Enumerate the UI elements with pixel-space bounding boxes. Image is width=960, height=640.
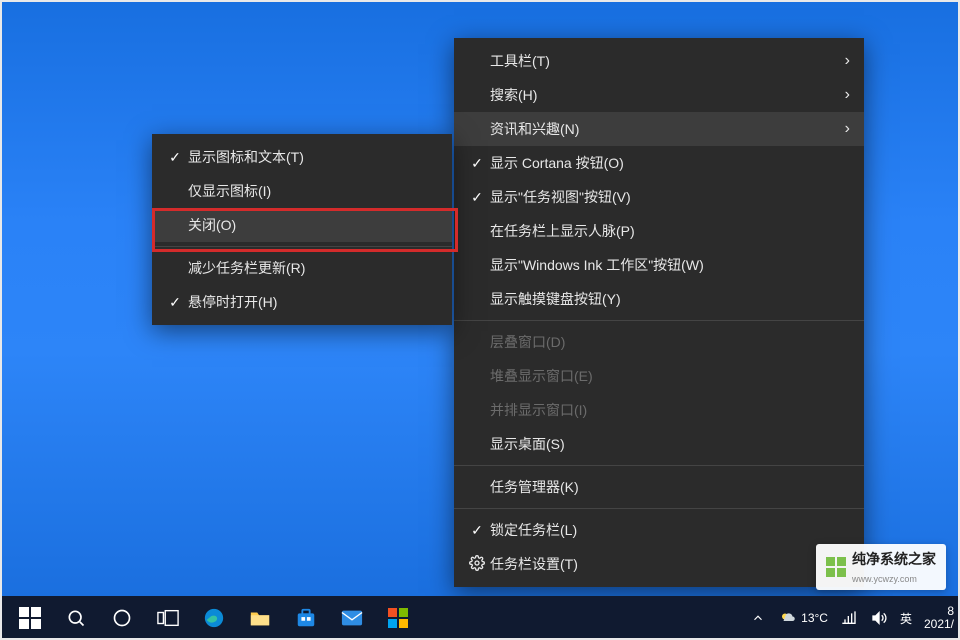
menu-label: 减少任务栏更新(R) — [188, 258, 438, 278]
watermark-logo-icon — [826, 557, 846, 577]
check-icon: ✓ — [464, 189, 490, 206]
gear-icon — [464, 555, 490, 574]
submenu-item-icon-only[interactable]: 仅显示图标(I) — [152, 174, 452, 208]
windows-logo-icon — [19, 607, 41, 629]
folder-icon — [249, 608, 271, 628]
taskbar-context-menu: 工具栏(T) › 搜索(H) › 资讯和兴趣(N) › ✓ 显示 Cortana… — [454, 38, 864, 587]
menu-label: 层叠窗口(D) — [490, 332, 850, 352]
menu-label: 关闭(O) — [188, 215, 438, 235]
taskbar-app-mail[interactable] — [330, 596, 374, 640]
menu-label: 任务栏设置(T) — [490, 554, 850, 574]
menu-item-taskbar-settings[interactable]: 任务栏设置(T) — [454, 547, 864, 581]
menu-label: 资讯和兴趣(N) — [490, 119, 827, 139]
menu-label: 并排显示窗口(I) — [490, 400, 850, 420]
menu-label: 堆叠显示窗口(E) — [490, 366, 850, 386]
menu-item-lock-taskbar[interactable]: ✓ 锁定任务栏(L) — [454, 513, 864, 547]
weather-widget[interactable]: 13°C — [779, 609, 828, 627]
submenu-item-open-on-hover[interactable]: ✓ 悬停时打开(H) — [152, 285, 452, 319]
menu-item-show-desktop[interactable]: 显示桌面(S) — [454, 427, 864, 461]
tray-network-icon[interactable] — [840, 609, 858, 627]
weather-temp: 13°C — [801, 611, 828, 625]
store-icon — [295, 607, 317, 629]
menu-label: 显示触摸键盘按钮(Y) — [490, 289, 850, 309]
menu-item-stack: 堆叠显示窗口(E) — [454, 359, 864, 393]
check-icon: ✓ — [464, 522, 490, 539]
submenu-item-icon-and-text[interactable]: ✓ 显示图标和文本(T) — [152, 140, 452, 174]
chevron-right-icon: › — [827, 86, 850, 104]
menu-label: 工具栏(T) — [490, 51, 827, 71]
menu-item-side-by-side: 并排显示窗口(I) — [454, 393, 864, 427]
taskbar-app-edge[interactable] — [192, 596, 236, 640]
search-icon — [66, 608, 86, 628]
menu-item-task-view-button[interactable]: ✓ 显示"任务视图"按钮(V) — [454, 180, 864, 214]
edge-icon — [203, 607, 225, 629]
submenu-item-reduce-updates[interactable]: 减少任务栏更新(R) — [152, 251, 452, 285]
menu-item-touch-keyboard[interactable]: 显示触摸键盘按钮(Y) — [454, 282, 864, 316]
menu-item-task-manager[interactable]: 任务管理器(K) — [454, 470, 864, 504]
menu-item-cortana-button[interactable]: ✓ 显示 Cortana 按钮(O) — [454, 146, 864, 180]
task-view-button[interactable] — [146, 596, 190, 640]
news-interests-submenu: ✓ 显示图标和文本(T) 仅显示图标(I) 关闭(O) 减少任务栏更新(R) ✓… — [152, 134, 452, 325]
watermark: 纯净系统之家 www.ycwzy.com — [816, 544, 946, 590]
menu-separator — [152, 246, 452, 247]
menu-label: 锁定任务栏(L) — [490, 520, 850, 540]
taskbar-right: 13°C 英 8 2021/ — [749, 605, 960, 631]
menu-label: 显示"Windows Ink 工作区"按钮(W) — [490, 255, 850, 275]
cortana-button[interactable] — [100, 596, 144, 640]
menu-label: 显示图标和文本(T) — [188, 147, 438, 167]
cortana-icon — [112, 608, 132, 628]
watermark-url: www.ycwzy.com — [852, 574, 917, 584]
chevron-right-icon: › — [827, 52, 850, 70]
taskbar-left — [0, 596, 420, 640]
menu-item-people[interactable]: 在任务栏上显示人脉(P) — [454, 214, 864, 248]
menu-item-windows-ink[interactable]: 显示"Windows Ink 工作区"按钮(W) — [454, 248, 864, 282]
watermark-text: 纯净系统之家 — [852, 551, 936, 567]
menu-label: 在任务栏上显示人脉(P) — [490, 221, 850, 241]
check-icon: ✓ — [162, 294, 188, 311]
weather-icon — [779, 609, 797, 627]
menu-separator — [454, 508, 864, 509]
menu-label: 任务管理器(K) — [490, 477, 850, 497]
taskbar-app-explorer[interactable] — [238, 596, 282, 640]
check-icon: ✓ — [464, 155, 490, 172]
menu-label: 悬停时打开(H) — [188, 292, 438, 312]
taskbar-app-msft[interactable] — [376, 596, 420, 640]
menu-label: 显示"任务视图"按钮(V) — [490, 187, 850, 207]
menu-item-cascade: 层叠窗口(D) — [454, 325, 864, 359]
tray-date: 2021/ — [924, 618, 954, 631]
mail-icon — [341, 609, 363, 627]
menu-item-toolbars[interactable]: 工具栏(T) › — [454, 44, 864, 78]
task-view-icon — [157, 609, 179, 627]
ms-tiles-icon — [388, 608, 408, 628]
menu-label: 显示 Cortana 按钮(O) — [490, 153, 850, 173]
check-icon: ✓ — [162, 149, 188, 166]
menu-item-news-interests[interactable]: 资讯和兴趣(N) › — [454, 112, 864, 146]
menu-label: 搜索(H) — [490, 85, 827, 105]
search-button[interactable] — [54, 596, 98, 640]
tray-chevron-up-icon[interactable] — [749, 609, 767, 627]
start-button[interactable] — [8, 596, 52, 640]
menu-label: 仅显示图标(I) — [188, 181, 438, 201]
submenu-item-turn-off[interactable]: 关闭(O) — [152, 208, 452, 242]
taskbar[interactable]: 13°C 英 8 2021/ — [0, 596, 960, 640]
tray-clock[interactable]: 8 2021/ — [924, 605, 954, 631]
menu-label: 显示桌面(S) — [490, 434, 850, 454]
tray-volume-icon[interactable] — [870, 609, 888, 627]
menu-separator — [454, 320, 864, 321]
tray-ime[interactable]: 英 — [900, 610, 912, 627]
taskbar-app-store[interactable] — [284, 596, 328, 640]
menu-item-search[interactable]: 搜索(H) › — [454, 78, 864, 112]
menu-separator — [454, 465, 864, 466]
chevron-right-icon: › — [827, 120, 850, 138]
